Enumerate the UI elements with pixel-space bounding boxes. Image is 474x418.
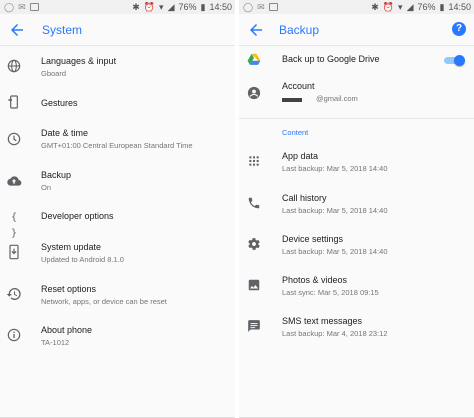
item-subtitle: GMT+01:00 Central European Standard Time <box>41 141 193 150</box>
item-title: Call history <box>282 193 327 203</box>
settings-item-date-time[interactable]: Date & time GMT+01:00 Central European S… <box>0 126 235 166</box>
alarm-icon: ⏰ <box>143 2 156 12</box>
item-subtitle: Last backup: Mar 4, 2018 23:12 <box>282 329 388 338</box>
phone-icon <box>248 197 260 209</box>
backup-toggle-switch[interactable] <box>444 55 465 66</box>
content-item-call-history[interactable]: Call history Last backup: Mar 5, 2018 14… <box>239 188 474 228</box>
system-status-icons: ✱ ⏰ ▾ ◢ 76% ▮ 14:50 <box>371 1 471 13</box>
battery-icon: ▮ <box>439 2 445 12</box>
settings-item-about-phone[interactable]: About phone TA-1012 <box>0 323 235 363</box>
content-item-photos-videos[interactable]: Photos & videos Last sync: Mar 5, 2018 0… <box>239 270 474 310</box>
notification-icons: ◯ ✉ <box>4 1 39 13</box>
item-title: Back up to Google Drive <box>282 54 380 64</box>
code-braces-icon: { } <box>10 212 18 239</box>
message-icon <box>248 320 260 332</box>
settings-item-gestures[interactable]: Gestures <box>0 90 235 130</box>
settings-item-reset-options[interactable]: Reset options Network, apps, or device c… <box>0 282 235 322</box>
clock-icon <box>7 132 21 146</box>
notification-icons: ◯ ✉ <box>243 1 278 13</box>
item-title: Backup <box>41 170 72 180</box>
app-bar: Backup ? <box>239 14 474 46</box>
battery-percent: 76% <box>178 2 197 12</box>
help-icon[interactable]: ? <box>452 22 466 36</box>
toggle-thumb <box>454 55 465 66</box>
item-title: Photos & videos <box>282 275 348 285</box>
settings-item-backup[interactable]: Backup On <box>0 168 235 208</box>
clock-time: 14:50 <box>448 2 471 12</box>
apps-grid-icon <box>249 156 259 166</box>
photo-icon <box>248 279 260 291</box>
item-title: SMS text messages <box>282 316 363 326</box>
settings-notification-icon: ✉ <box>18 2 26 12</box>
gear-icon <box>248 238 260 250</box>
screenshot-notification-icon <box>268 3 278 11</box>
whatsapp-notification-icon: ◯ <box>243 2 254 12</box>
signal-icon: ◢ <box>406 2 414 12</box>
account-circle-icon <box>247 86 261 100</box>
status-bar: ◯ ✉ ✱ ⏰ ▾ ◢ 76% ▮ 14:50 <box>239 0 474 14</box>
system-settings-screen: ◯ ✉ ✱ ⏰ ▾ ◢ 76% ▮ 14:50 System Languages… <box>0 0 235 418</box>
section-divider <box>239 118 474 119</box>
item-subtitle: Updated to Android 8.1.0 <box>41 255 124 264</box>
system-update-icon <box>9 244 19 260</box>
item-subtitle: Last backup: Mar 5, 2018 14:40 <box>282 164 388 173</box>
clock-time: 14:50 <box>209 2 232 12</box>
item-subtitle: Last backup: Mar 5, 2018 14:40 <box>282 247 388 256</box>
system-status-icons: ✱ ⏰ ▾ ◢ 76% ▮ 14:50 <box>132 1 232 13</box>
app-bar: System <box>0 14 235 46</box>
item-title: System update <box>41 242 102 252</box>
cloud-upload-icon <box>7 176 22 186</box>
content-item-app-data[interactable]: App data Last backup: Mar 5, 2018 14:40 <box>239 147 474 187</box>
wifi-icon: ▾ <box>398 2 403 12</box>
whatsapp-notification-icon: ◯ <box>4 2 15 12</box>
page-title: System <box>42 23 83 37</box>
content-item-device-settings[interactable]: Device settings Last backup: Mar 5, 2018… <box>239 229 474 269</box>
item-title: Developer options <box>41 211 114 221</box>
settings-item-system-update[interactable]: System update Updated to Android 8.1.0 <box>0 240 235 280</box>
account-row[interactable]: Account @gmail.com <box>239 78 474 118</box>
signal-icon: ◢ <box>167 2 175 12</box>
item-title: Reset options <box>41 284 97 294</box>
section-header-content: Content <box>282 128 309 137</box>
account-email: @gmail.com <box>316 94 358 103</box>
item-subtitle: Network, apps, or device can be reset <box>41 297 167 306</box>
screenshot-notification-icon <box>29 3 39 11</box>
redacted-email-block <box>282 98 302 102</box>
battery-icon: ▮ <box>200 2 206 12</box>
info-icon <box>7 328 21 342</box>
item-title: Date & time <box>41 128 89 138</box>
backup-settings-screen: ◯ ✉ ✱ ⏰ ▾ ◢ 76% ▮ 14:50 Backup ? Back up… <box>239 0 474 418</box>
gestures-icon <box>8 95 18 109</box>
back-arrow-icon[interactable] <box>247 21 265 39</box>
alarm-icon: ⏰ <box>382 2 395 12</box>
bluetooth-icon: ✱ <box>371 2 379 12</box>
content-item-sms[interactable]: SMS text messages Last backup: Mar 4, 20… <box>239 311 474 351</box>
item-title: Device settings <box>282 234 344 244</box>
settings-item-languages[interactable]: Languages & input Gboard <box>0 49 235 89</box>
item-title: Languages & input <box>41 56 117 66</box>
item-subtitle: On <box>41 183 52 192</box>
globe-icon <box>7 59 21 73</box>
item-subtitle: Last backup: Mar 5, 2018 14:40 <box>282 206 388 215</box>
item-subtitle: TA-1012 <box>41 338 70 347</box>
item-title: Account <box>282 81 315 91</box>
wifi-icon: ▾ <box>159 2 164 12</box>
history-icon <box>6 287 21 300</box>
item-title: About phone <box>41 325 93 335</box>
item-title: App data <box>282 151 319 161</box>
bluetooth-icon: ✱ <box>132 2 140 12</box>
settings-notification-icon: ✉ <box>257 2 265 12</box>
item-subtitle: Gboard <box>41 69 67 78</box>
backup-to-drive-toggle-row[interactable]: Back up to Google Drive <box>239 50 474 70</box>
battery-percent: 76% <box>417 2 436 12</box>
back-arrow-icon[interactable] <box>8 21 26 39</box>
google-drive-icon <box>247 53 261 65</box>
item-title: Gestures <box>41 98 78 108</box>
item-subtitle: Last sync: Mar 5, 2018 09:15 <box>282 288 379 297</box>
page-title: Backup <box>279 23 320 37</box>
status-bar: ◯ ✉ ✱ ⏰ ▾ ◢ 76% ▮ 14:50 <box>0 0 235 14</box>
